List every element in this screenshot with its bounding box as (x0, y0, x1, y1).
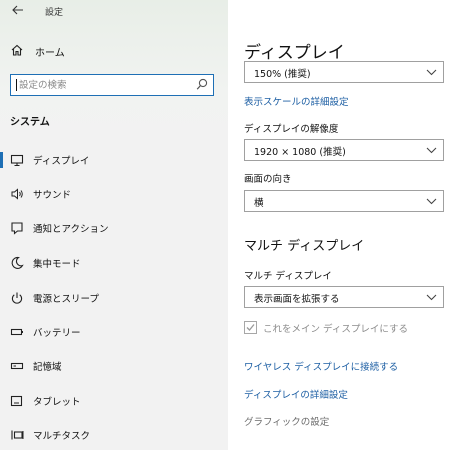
sidebar-item-storage[interactable]: 記憶域 (0, 351, 228, 381)
moon-icon (11, 256, 24, 269)
orientation-select[interactable]: 横 (244, 190, 444, 212)
wireless-display-link[interactable]: ワイヤレス ディスプレイに接続する (244, 359, 398, 373)
resolution-select-value: 1920 × 1080 (推奨) (254, 147, 346, 158)
main-display-checkbox[interactable] (244, 321, 257, 334)
sidebar-item-label: タブレット (33, 397, 81, 408)
advanced-scaling-link[interactable]: 表示スケールの詳細設定 (244, 94, 349, 108)
sidebar-item-label: 電源とスリープ (33, 294, 99, 305)
sidebar-item-label: 記憶域 (33, 362, 62, 373)
sidebar-item-display[interactable]: ディスプレイ (0, 145, 228, 175)
sidebar-item-multitasking[interactable]: マルチタスク (0, 420, 228, 450)
sidebar: 設定 ホーム システム ディスプレイ サウンド 通 (0, 0, 228, 450)
resolution-label: ディスプレイの解像度 (244, 124, 339, 135)
search-box[interactable] (10, 74, 214, 96)
notification-icon (11, 222, 23, 235)
sidebar-item-label: バッテリー (33, 328, 81, 339)
sidebar-item-label: マルチタスク (33, 431, 91, 442)
text-caret (16, 79, 17, 91)
sidebar-item-battery[interactable]: バッテリー (0, 317, 228, 347)
multitask-icon (11, 430, 24, 440)
resolution-select[interactable]: 1920 × 1080 (推奨) (244, 139, 444, 161)
main-content: ディスプレイ 150% (推奨) 表示スケールの詳細設定 ディスプレイの解像度 … (228, 0, 470, 450)
advanced-display-settings-link[interactable]: ディスプレイの詳細設定 (244, 387, 348, 401)
sidebar-item-sound[interactable]: サウンド (0, 179, 228, 209)
multi-display-label: マルチ ディスプレイ (244, 271, 332, 282)
back-button[interactable] (8, 3, 28, 21)
graphics-settings-link[interactable]: グラフィックの設定 (244, 414, 329, 428)
chevron-down-icon (426, 147, 437, 154)
section-label-system: システム (10, 117, 50, 128)
multi-display-select[interactable]: 表示画面を拡張する (244, 286, 444, 308)
chevron-down-icon (426, 294, 437, 301)
page-title: ディスプレイ (244, 43, 345, 63)
monitor-icon (10, 154, 24, 167)
speaker-icon (11, 188, 23, 200)
back-arrow-icon (12, 5, 23, 15)
search-icon[interactable] (196, 78, 208, 92)
chevron-down-icon (426, 69, 437, 76)
sidebar-item-label: ディスプレイ (33, 156, 90, 167)
sidebar-item-label: 通知とアクション (33, 224, 109, 235)
scale-select[interactable]: 150% (推奨) (244, 61, 444, 83)
storage-icon (10, 362, 24, 370)
home-icon (11, 44, 23, 56)
multi-display-heading: マルチ ディスプレイ (244, 239, 365, 254)
active-indicator (0, 152, 3, 168)
main-display-checkbox-row[interactable]: これをメイン ディスプレイにする (244, 320, 454, 336)
chevron-down-icon (426, 198, 437, 205)
home-nav-item[interactable]: ホーム (0, 38, 228, 64)
sidebar-item-power-sleep[interactable]: 電源とスリープ (0, 283, 228, 313)
home-label: ホーム (35, 48, 65, 59)
orientation-label: 画面の向き (244, 174, 292, 185)
tablet-icon (10, 395, 23, 407)
title-bar: 設定 (0, 0, 228, 26)
sidebar-item-notifications[interactable]: 通知とアクション (0, 213, 228, 243)
app-title: 設定 (45, 8, 64, 18)
orientation-select-value: 横 (254, 198, 264, 209)
scale-select-value: 150% (推奨) (254, 69, 311, 80)
main-display-checkbox-label: これをメイン ディスプレイにする (263, 324, 408, 335)
power-icon (11, 292, 23, 304)
sidebar-item-tablet[interactable]: タブレット (0, 386, 228, 416)
search-input[interactable] (19, 76, 189, 94)
multi-display-select-value: 表示画面を拡張する (254, 294, 340, 305)
sidebar-item-label: サウンド (33, 190, 72, 201)
checkmark-icon (246, 324, 255, 331)
sidebar-item-focus-assist[interactable]: 集中モード (0, 248, 228, 278)
battery-icon (10, 328, 23, 336)
sidebar-item-label: 集中モード (33, 259, 81, 270)
